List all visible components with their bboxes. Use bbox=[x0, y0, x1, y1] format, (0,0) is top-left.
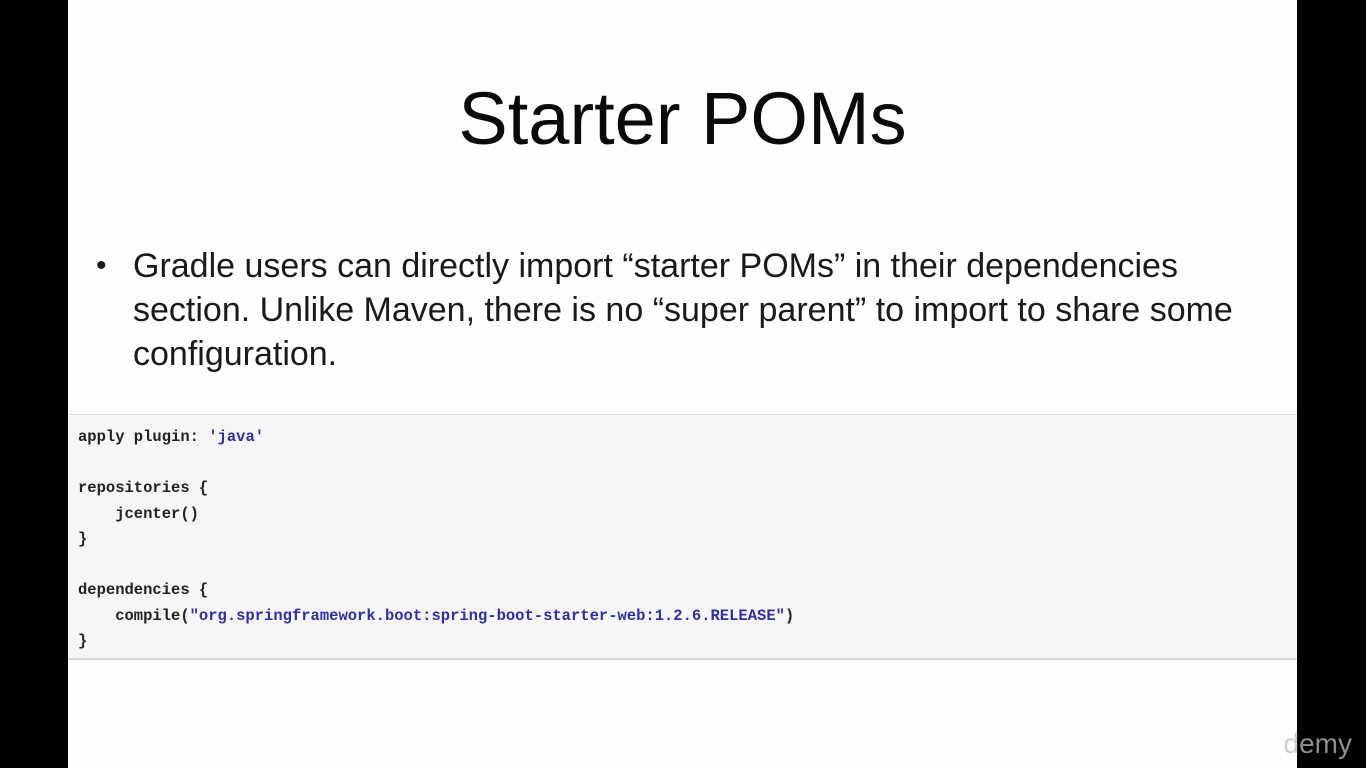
code-text: compile( bbox=[78, 606, 190, 625]
slide-title: Starter POMs bbox=[458, 77, 907, 160]
code-line: compile("org.springframework.boot:spring… bbox=[78, 604, 1287, 630]
code-line: } bbox=[78, 629, 1287, 655]
udemy-watermark: demy bbox=[1283, 728, 1352, 759]
code-text: repositories { bbox=[78, 479, 209, 497]
code-string: 'java' bbox=[208, 428, 265, 446]
bullet-list: • Gradle users can directly import “star… bbox=[96, 244, 1276, 376]
code-text: dependencies { bbox=[78, 581, 209, 599]
slide: Starter POMs • Gradle users can directly… bbox=[68, 0, 1297, 768]
bullet-marker: • bbox=[96, 249, 107, 282]
code-line: repositories { bbox=[78, 476, 1287, 502]
code-string: "org.springframework.boot:spring-boot-st… bbox=[189, 606, 785, 625]
code-text: } bbox=[78, 530, 88, 548]
video-frame: Starter POMs • Gradle users can directly… bbox=[0, 0, 1366, 768]
code-line: apply plugin: 'java' bbox=[78, 425, 1287, 451]
code-line: dependencies { bbox=[78, 578, 1287, 604]
bullet-item: • Gradle users can directly import “star… bbox=[96, 244, 1276, 376]
bullet-text: Gradle users can directly import “starte… bbox=[133, 247, 1233, 373]
code-text: } bbox=[78, 632, 88, 650]
code-text: apply plugin: bbox=[78, 428, 209, 446]
code-line: } bbox=[78, 527, 1287, 553]
code-text: jcenter() bbox=[78, 504, 199, 523]
code-line: jcenter() bbox=[78, 502, 1287, 528]
code-text: ) bbox=[784, 606, 795, 625]
code-block: apply plugin: 'java' repositories { jcen… bbox=[68, 414, 1297, 660]
